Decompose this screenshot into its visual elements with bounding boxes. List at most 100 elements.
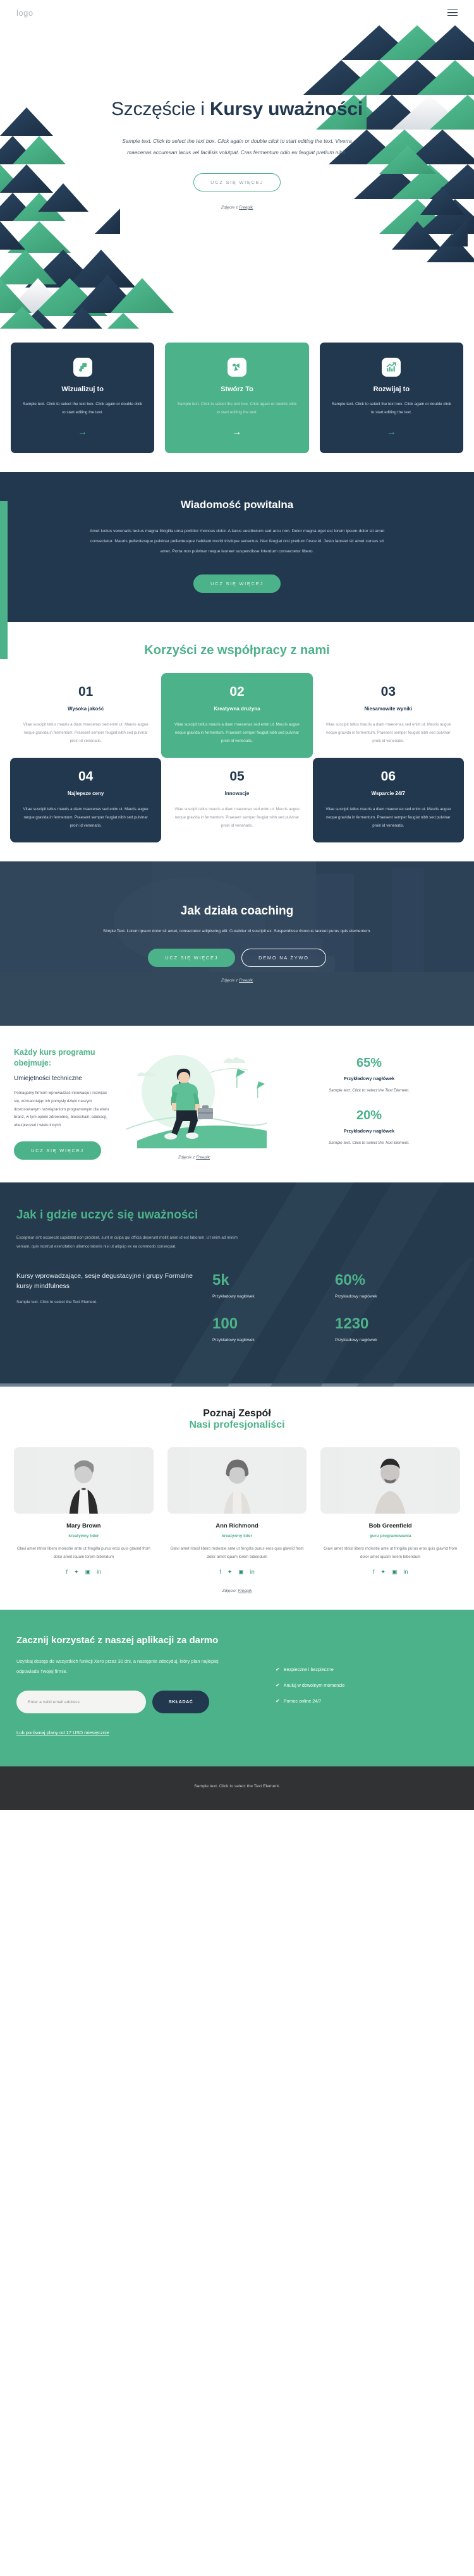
linkedin-icon[interactable]: in xyxy=(250,1569,255,1575)
instagram-icon[interactable]: ▣ xyxy=(392,1569,398,1575)
benefit-text: Vitae suscipit tellus mauris a diam maec… xyxy=(325,806,451,828)
arrow-right-icon[interactable]: → xyxy=(78,427,87,437)
benefit-card-02[interactable]: 02 Kreatywna drużyna Vitae suscipit tell… xyxy=(161,672,313,758)
instagram-icon[interactable]: ▣ xyxy=(238,1569,244,1575)
team-photo-ann xyxy=(190,1447,285,1514)
cta-checklist: ✔ Bezpieczne i bezpieczne ✔ Anuluj w dow… xyxy=(276,1667,458,1704)
benefits-title: Korzyści ze współpracy z nami xyxy=(144,643,330,657)
team-image-credit: Zdjęcie: Freepik xyxy=(14,1589,460,1593)
feature-card-title: Wizualizuj to xyxy=(61,386,104,393)
team-subtitle: Nasi profesjonaliści xyxy=(189,1419,285,1431)
team-member-card[interactable]: Mary Brown kreatywny lider Glavi amet ri… xyxy=(14,1447,154,1574)
stat-number: 1230 xyxy=(335,1315,369,1333)
benefit-text: Vitae suscipit tellus mauris a diam maec… xyxy=(325,722,451,743)
coaching-button-row: UCZ SIĘ WIĘCEJ DEMO NA ŻYWO xyxy=(88,948,386,967)
credit-link[interactable]: Freepik xyxy=(239,978,253,983)
linkedin-icon[interactable]: in xyxy=(97,1569,101,1575)
hero-image-credit: Zdjęcie z Freepik xyxy=(92,205,382,210)
mindfulness-lower-row: Kursy wprowadzające, sesje degustacyjne … xyxy=(16,1272,458,1359)
feature-card-title: Stwórz To xyxy=(221,386,253,393)
email-field[interactable] xyxy=(16,1691,146,1714)
signup-cta-section: Zacznij korzystać z naszej aplikacji za … xyxy=(0,1609,474,1767)
hero-learn-more-button[interactable]: UCZ SIĘ WIĘCEJ xyxy=(193,173,281,191)
mindfulness-description: Excepteur sint occaecat cupidatat non pr… xyxy=(16,1236,238,1249)
shapes-icon xyxy=(73,358,92,377)
benefit-number: 05 xyxy=(229,769,245,784)
stat-number: 5k xyxy=(212,1272,229,1289)
benefit-card-01[interactable]: 01 Wysoka jakość Vitae suscipit tellus m… xyxy=(10,673,161,758)
network-node-icon xyxy=(227,358,246,377)
benefit-title: Wysoka jakość xyxy=(68,705,104,712)
course-subtitle: Umiejętności techniczne xyxy=(14,1074,82,1082)
benefit-text: Vitae suscipit tellus mauris a diam maec… xyxy=(23,722,149,743)
submit-button[interactable]: SKŁADAĆ xyxy=(152,1691,210,1714)
stat-number: 100 xyxy=(212,1315,238,1333)
coaching-title: Jak działa coaching xyxy=(180,904,294,918)
benefit-text: Vitae suscipit tellus mauris a diam maec… xyxy=(174,722,300,743)
list-item: ✔ Bezpieczne i bezpieczne xyxy=(276,1667,458,1672)
hero-title-bold: Kursy uważności xyxy=(209,99,363,119)
compare-plans-link[interactable]: Lub porównaj plany od 17 USD miesięcznie xyxy=(16,1730,109,1735)
facebook-icon[interactable]: f xyxy=(373,1569,375,1575)
feature-card-text: Sample text. Click to select the text bo… xyxy=(331,402,451,415)
credit-link[interactable]: Freepik xyxy=(238,1589,252,1593)
benefit-card-03[interactable]: 03 Niesamowite wyniki Vitae suscipit tel… xyxy=(313,673,464,758)
feature-card-create[interactable]: Stwórz To Sample text. Click to select t… xyxy=(165,343,309,453)
feature-card-grow[interactable]: Rozwijaj to Sample text. Click to select… xyxy=(319,343,463,453)
welcome-title: Wiadomość powitalna xyxy=(180,499,294,511)
benefit-title: Innowacje xyxy=(224,790,250,796)
team-member-card[interactable]: Bob Greenfield guru programowania Glavi … xyxy=(320,1447,461,1575)
benefit-number: 02 xyxy=(229,684,245,699)
benefit-number: 04 xyxy=(78,769,94,784)
coaching-text: Simple Text. Lorem ipsum dolor sit amet,… xyxy=(103,929,371,934)
course-stat-text: Sample text. Click to select the Text El… xyxy=(329,1141,410,1146)
mindfulness-section: Jak i gdzie uczyć się uważności Excepteu… xyxy=(0,1182,474,1387)
team-member-role: kreatywny lider xyxy=(68,1534,99,1539)
benefit-card-06[interactable]: 06 Wsparcie 24/7 Vitae suscipit tellus m… xyxy=(312,757,464,842)
benefit-title: Najlepsze ceny xyxy=(67,790,104,796)
facebook-icon[interactable]: f xyxy=(66,1569,68,1575)
benefit-card-05[interactable]: 05 Innowacje Vitae suscipit tellus mauri… xyxy=(161,758,312,842)
site-footer: Sample text. Click to select the Text El… xyxy=(0,1766,474,1811)
instagram-icon[interactable]: ▣ xyxy=(85,1569,91,1575)
credit-link[interactable]: Freepik xyxy=(239,205,253,210)
facebook-icon[interactable]: f xyxy=(219,1569,221,1575)
mindfulness-title: Jak i gdzie uczyć się uważności xyxy=(16,1208,198,1222)
stat-label: Przykładowy nagłówek xyxy=(212,1294,255,1299)
team-section: Poznaj Zespół Nasi profesjonaliści Mary … xyxy=(0,1387,474,1610)
mindfulness-content: Jak i gdzie uczyć się uważności Excepteu… xyxy=(16,1208,458,1359)
welcome-learn-more-button[interactable]: UCZ SIĘ WIĘCEJ xyxy=(193,574,281,593)
site-header: logo xyxy=(0,0,474,25)
team-social-links: f ✦ ▣ in xyxy=(320,1569,460,1575)
arrow-right-icon[interactable]: → xyxy=(232,427,241,437)
twitter-icon[interactable]: ✦ xyxy=(228,1569,233,1575)
feature-card-title: Rozwijaj to xyxy=(373,386,410,393)
benefit-title: Kreatywna drużyna xyxy=(214,705,260,712)
hamburger-menu-icon[interactable] xyxy=(447,9,458,16)
feature-card-visualize[interactable]: Wizualizuj to Sample text. Click to sele… xyxy=(11,343,155,453)
team-grid: Mary Brown kreatywny lider Glavi amet ri… xyxy=(14,1447,461,1575)
twitter-icon[interactable]: ✦ xyxy=(74,1569,79,1575)
arrow-right-icon[interactable]: → xyxy=(387,427,396,437)
list-item: ✔ Pomoc online 24/7 xyxy=(276,1698,458,1704)
benefit-card-04[interactable]: 04 Najlepsze ceny Vitae suscipit tellus … xyxy=(10,757,162,842)
team-member-name: Mary Brown xyxy=(66,1522,101,1530)
logo[interactable]: logo xyxy=(16,8,33,18)
linkedin-icon[interactable]: in xyxy=(403,1569,408,1575)
team-member-card[interactable]: Ann Richmond kreatywny lider Glavi amet … xyxy=(167,1447,307,1574)
credit-prefix: Zdjęcie z xyxy=(221,205,240,210)
credit-link[interactable]: Freepik xyxy=(196,1155,210,1160)
twitter-icon[interactable]: ✦ xyxy=(380,1569,386,1575)
hero-content: Szczęście i Kursy uważności Sample text.… xyxy=(92,25,382,210)
cta-check-label: Pomoc online 24/7 xyxy=(283,1698,322,1704)
benefit-title: Wsparcie 24/7 xyxy=(371,790,405,796)
mindfulness-stat: 5k Przykładowy nagłówek xyxy=(212,1272,335,1299)
coaching-banner-section: Jak działa coaching Simple Text. Lorem i… xyxy=(0,861,474,1026)
coaching-live-demo-button[interactable]: DEMO NA ŻYWO xyxy=(241,948,326,967)
coaching-learn-more-button[interactable]: UCZ SIĘ WIĘCEJ xyxy=(148,948,236,967)
stat-label: Przykładowy nagłówek xyxy=(212,1338,255,1343)
benefits-section: Korzyści ze współpracy z nami 01 Wysoka … xyxy=(0,621,474,861)
check-icon: ✔ xyxy=(276,1666,280,1672)
list-item: ✔ Anuluj w dowolnym momencie xyxy=(276,1682,458,1688)
course-learn-more-button[interactable]: UCZ SIĘ WIĘCEJ xyxy=(14,1141,101,1160)
